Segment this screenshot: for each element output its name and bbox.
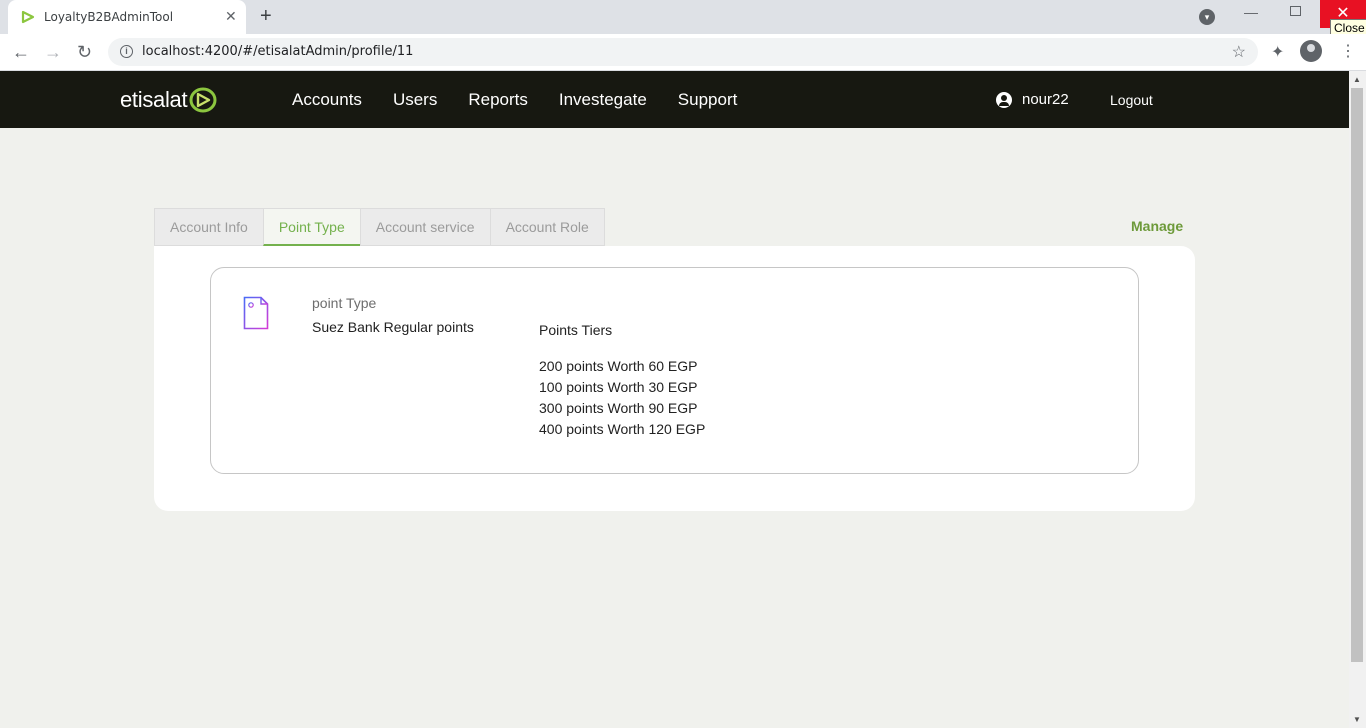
etisalat-logo[interactable]: etisalat	[120, 87, 217, 113]
point-type-label: point Type	[312, 295, 377, 311]
scroll-down-icon[interactable]: ▼	[1353, 715, 1361, 724]
user-circle-icon	[996, 91, 1012, 108]
browser-tab[interactable]: LoyaltyB2BAdminTool ✕	[8, 0, 246, 34]
favicon-icon	[21, 10, 35, 24]
scroll-up-icon[interactable]: ▲	[1353, 75, 1361, 84]
back-icon[interactable]: ←	[12, 42, 30, 62]
point-type-card: point Type Suez Bank Regular points Poin…	[210, 267, 1139, 474]
tab-search-icon[interactable]: ▾	[1199, 9, 1215, 25]
nav-support[interactable]: Support	[678, 90, 738, 110]
tab-account-service[interactable]: Account service	[359, 208, 491, 246]
tab-close-icon[interactable]: ✕	[225, 8, 237, 24]
forward-icon[interactable]: →	[44, 42, 62, 62]
extensions-icon[interactable]: ✦	[1271, 42, 1284, 62]
info-icon[interactable]: i	[120, 45, 133, 58]
browser-tab-strip: LoyaltyB2BAdminTool ✕ + ▾ — ✕ Close	[0, 0, 1366, 37]
main-nav: Accounts Users Reports Investegate Suppo…	[292, 90, 768, 110]
profile-tabs: Account Info Point Type Account service …	[154, 208, 605, 246]
restore-icon[interactable]	[1290, 6, 1301, 16]
tier-item: 300 points Worth 90 EGP	[539, 400, 698, 416]
page-scrollbar[interactable]: ▲ ▼	[1349, 71, 1366, 728]
brand-text: etisalat	[120, 87, 188, 112]
brand-logo-icon	[189, 87, 217, 113]
scroll-thumb[interactable]	[1351, 88, 1363, 662]
logout-button[interactable]: Logout	[1110, 92, 1153, 108]
point-type-value: Suez Bank Regular points	[312, 319, 474, 335]
nav-users[interactable]: Users	[393, 90, 437, 110]
url-text[interactable]: localhost:4200/#/etisalatAdmin/profile/1…	[142, 44, 413, 59]
nav-investegate[interactable]: Investegate	[559, 90, 647, 110]
nav-accounts[interactable]: Accounts	[292, 90, 362, 110]
address-bar[interactable]: i localhost:4200/#/etisalatAdmin/profile…	[108, 38, 1258, 66]
points-tiers-title: Points Tiers	[539, 322, 613, 338]
minimize-icon[interactable]: —	[1244, 4, 1258, 20]
tier-item: 400 points Worth 120 EGP	[539, 421, 706, 437]
app-header: etisalat Accounts Users Reports Investeg…	[0, 71, 1349, 128]
tab-account-info[interactable]: Account Info	[154, 208, 264, 246]
tier-item: 200 points Worth 60 EGP	[539, 358, 698, 374]
browser-menu-icon[interactable]: ⋮	[1340, 41, 1356, 61]
reload-icon[interactable]: ↻	[77, 42, 92, 62]
bookmark-star-icon[interactable]: ☆	[1232, 42, 1246, 62]
tab-account-role[interactable]: Account Role	[489, 208, 605, 246]
address-toolbar: ← → ↻ i localhost:4200/#/etisalatAdmin/p…	[0, 34, 1366, 71]
username: nour22	[1022, 91, 1069, 108]
points-tiers-list: 200 points Worth 60 EGP 100 points Worth…	[539, 356, 705, 440]
manage-button[interactable]: Manage	[1131, 218, 1183, 234]
new-tab-icon[interactable]: +	[260, 6, 272, 26]
document-icon	[243, 296, 269, 330]
tab-point-type[interactable]: Point Type	[262, 208, 361, 246]
profile-avatar-icon[interactable]	[1300, 40, 1322, 62]
tab-title: LoyaltyB2BAdminTool	[44, 10, 174, 24]
user-menu[interactable]: nour22	[996, 91, 1069, 108]
point-type-panel: point Type Suez Bank Regular points Poin…	[154, 246, 1195, 511]
nav-reports[interactable]: Reports	[468, 90, 528, 110]
tier-item: 100 points Worth 30 EGP	[539, 379, 698, 395]
